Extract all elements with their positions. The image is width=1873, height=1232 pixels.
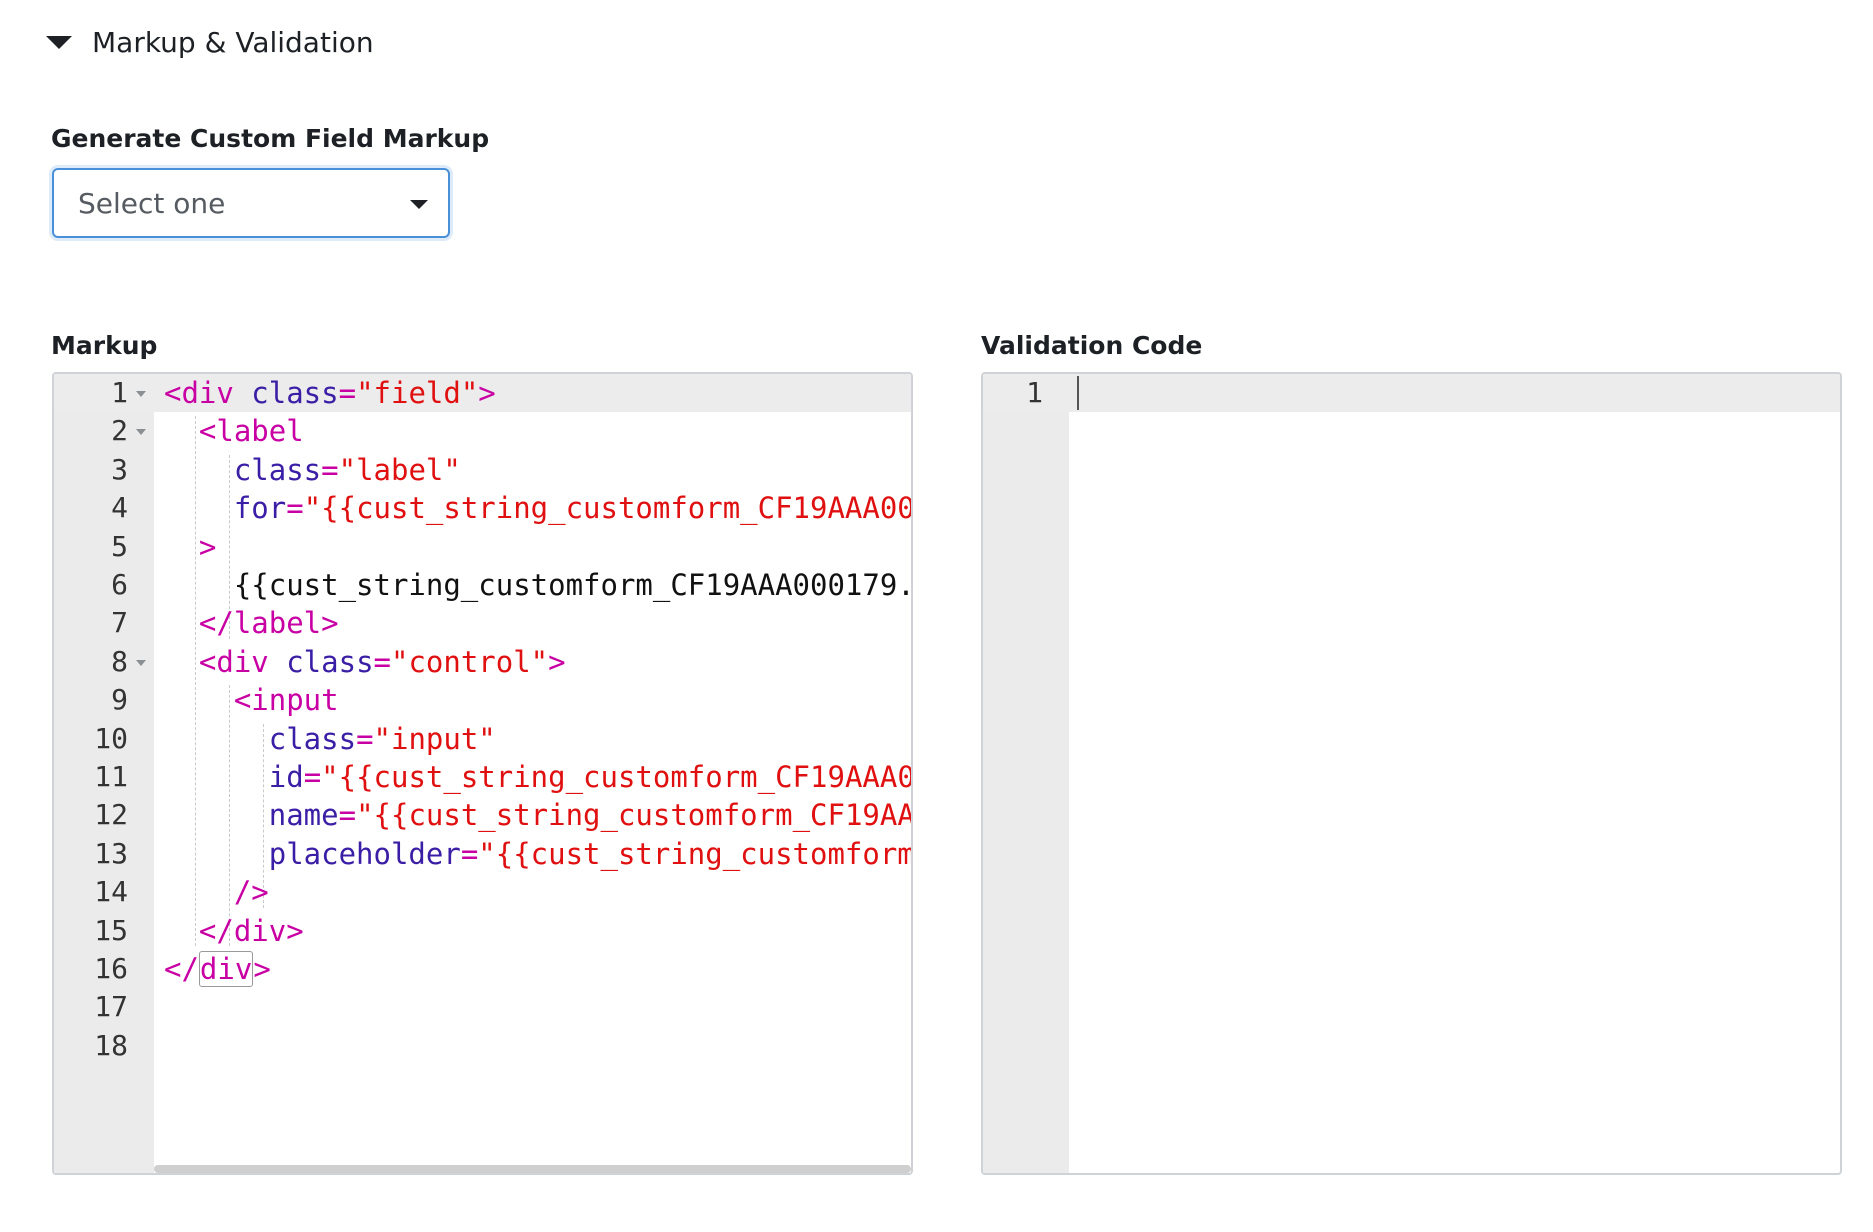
code-line[interactable]: <div class="field"> xyxy=(164,374,496,412)
line-number: 6 xyxy=(111,568,128,601)
line-number: 18 xyxy=(94,1028,128,1062)
code-line[interactable]: <input xyxy=(164,681,339,719)
code-token: div xyxy=(198,951,254,987)
line-number: 13 xyxy=(94,836,128,870)
text-cursor xyxy=(1077,376,1079,410)
code-line[interactable]: </div> xyxy=(164,950,271,988)
line-number: 7 xyxy=(111,606,128,640)
code-line[interactable]: </div> xyxy=(164,912,304,950)
code-token: = xyxy=(356,721,374,756)
code-token: > xyxy=(253,952,271,986)
markup-label: Markup xyxy=(51,331,158,360)
code-token: "field" xyxy=(356,376,479,410)
code-token: > xyxy=(164,529,217,564)
validation-editor[interactable]: 1 xyxy=(981,372,1842,1175)
active-line-highlight xyxy=(983,374,1840,412)
line-number: 11 xyxy=(94,760,128,793)
code-token: id xyxy=(164,760,304,794)
code-token: </ xyxy=(164,952,199,986)
line-number: 12 xyxy=(94,798,128,832)
code-line[interactable]: {{cust_string_customform_CF19AAA000179.f… xyxy=(164,566,913,604)
generate-markup-label: Generate Custom Field Markup xyxy=(51,124,490,153)
code-token: placeholder xyxy=(164,836,461,871)
code-token: <input xyxy=(164,683,339,718)
code-line[interactable]: /> xyxy=(164,873,269,911)
code-token: "{{cust_string_customform_CF19AAA0001 xyxy=(303,491,913,526)
line-number: 1 xyxy=(111,376,128,409)
line-number: 10 xyxy=(94,721,128,755)
code-line[interactable]: > xyxy=(164,528,216,566)
code-token: = xyxy=(321,452,339,487)
horizontal-scrollbar[interactable] xyxy=(154,1165,911,1173)
code-line[interactable]: id="{{cust_string_customform_CF19AAA000 xyxy=(164,758,913,796)
code-line[interactable]: class="label" xyxy=(164,451,461,489)
line-number: 17 xyxy=(94,990,128,1024)
code-token: <div xyxy=(164,644,269,679)
line-number: 15 xyxy=(94,913,128,947)
code-token: </label> xyxy=(164,606,339,641)
code-token: = xyxy=(338,376,357,410)
code-token: {{cust_string_customform_CF19AAA000179.f… xyxy=(164,568,913,602)
line-number: 5 xyxy=(111,529,128,563)
code-token: = xyxy=(286,491,304,526)
code-token: = xyxy=(460,836,479,871)
code-line[interactable]: <label xyxy=(164,412,304,450)
code-token: class xyxy=(164,452,322,487)
code-token: "{{cust_string_customform_CF19AAA000 xyxy=(321,760,913,794)
section-title: Markup & Validation xyxy=(92,25,374,59)
line-number: 8 xyxy=(111,644,128,678)
code-token: = xyxy=(338,798,357,833)
code-line[interactable]: for="{{cust_string_customform_CF19AAA000… xyxy=(164,489,913,527)
select-value: Select one xyxy=(78,186,226,220)
code-token: > xyxy=(478,376,496,410)
chevron-down-icon xyxy=(410,200,428,209)
code-token: "label" xyxy=(338,452,461,487)
line-number: 16 xyxy=(94,952,128,985)
code-line[interactable]: </label> xyxy=(164,604,339,642)
code-token: "input" xyxy=(373,721,496,756)
code-token: class xyxy=(268,644,374,679)
code-token: <label xyxy=(164,414,304,449)
code-token: class xyxy=(233,376,339,410)
code-token: <div xyxy=(164,376,234,410)
code-token: name xyxy=(164,798,339,833)
code-token: = xyxy=(303,760,322,794)
caret-down-icon xyxy=(46,35,72,49)
fold-arrow-icon[interactable] xyxy=(136,429,146,436)
line-number: 14 xyxy=(94,875,128,909)
fold-arrow-icon[interactable] xyxy=(136,659,146,666)
code-token: "{{cust_string_customform_C xyxy=(478,836,913,871)
code-token: class xyxy=(164,721,357,756)
code-token: = xyxy=(373,644,391,679)
code-line[interactable]: name="{{cust_string_customform_CF19AAA0 xyxy=(164,796,913,834)
code-token: /> xyxy=(164,875,269,910)
code-token: "control" xyxy=(391,644,549,679)
code-token: for xyxy=(164,491,287,526)
code-token: "{{cust_string_customform_CF19AAA0 xyxy=(356,798,913,833)
line-number: 2 xyxy=(111,414,128,448)
line-number: 9 xyxy=(111,683,128,717)
line-number: 1 xyxy=(1026,376,1043,409)
markup-editor[interactable]: 1 2 3 4 5 6 7 8 9 10 11 12 13 14 15 16 17 18 <div class="f… xyxy=(52,372,913,1175)
fold-arrow-icon[interactable] xyxy=(136,391,146,397)
line-number: 4 xyxy=(111,491,128,525)
line-number: 3 xyxy=(111,452,128,486)
code-line[interactable]: <div class="control"> xyxy=(164,643,566,681)
validation-gutter xyxy=(983,374,1069,1173)
code-line[interactable]: class="input" xyxy=(164,720,496,758)
code-line[interactable]: placeholder="{{cust_string_customform_C xyxy=(164,835,913,873)
generate-markup-select[interactable]: Select one xyxy=(52,168,450,238)
code-token: > xyxy=(548,644,566,679)
section-toggle[interactable]: Markup & Validation xyxy=(46,22,374,62)
code-token: </div> xyxy=(164,913,304,948)
validation-label: Validation Code xyxy=(981,331,1203,360)
